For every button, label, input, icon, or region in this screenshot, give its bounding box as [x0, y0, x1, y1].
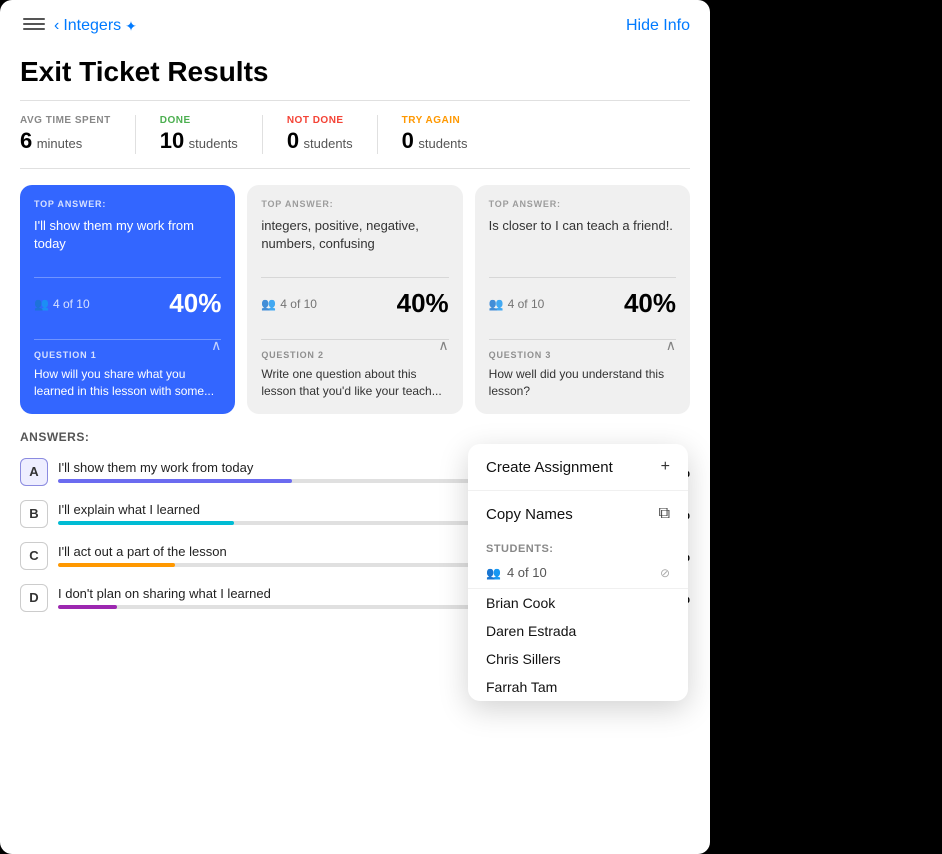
create-assignment-item[interactable]: Create Assignment +: [468, 444, 688, 491]
card-1-stats: 👥 4 of 10 40%: [20, 278, 235, 329]
answer-a-letter-text: A: [29, 464, 38, 479]
card-1-bottom: ∧ QUESTION 1 How will you share what you…: [20, 329, 235, 414]
sidebar-icon: [23, 18, 45, 34]
breadcrumb-link[interactable]: ‹ Integers ✦: [54, 17, 137, 35]
students-people-icon: 👥: [486, 566, 501, 580]
context-popup: Create Assignment + Copy Names ⧉ STUDENT…: [468, 444, 688, 701]
stat-try-again: TRY AGAIN 0 students: [402, 115, 492, 154]
answer-letter-c: C: [20, 542, 48, 570]
card-2-top-answer-text: integers, positive, negative, numbers, c…: [261, 217, 448, 267]
breadcrumb-label: Integers: [63, 17, 121, 35]
card-2-question-label: QUESTION 2: [261, 350, 448, 360]
questions-row: TOP ANSWER: I'll show them my work from …: [0, 169, 710, 414]
create-assignment-label: Create Assignment: [486, 459, 613, 476]
students-subpanel: STUDENTS: 👥 4 of 10 ⊘ Brian Cook Daren E…: [468, 537, 688, 701]
card-3-question-text: How well did you understand this lesson?: [489, 366, 676, 400]
answer-b-bar: [58, 521, 234, 525]
card-2-question-text: Write one question about this lesson tha…: [261, 366, 448, 400]
card-1-percent: 40%: [169, 288, 221, 319]
answer-letter-a: A: [20, 458, 48, 486]
stat-done: DONE 10 students: [160, 115, 263, 154]
student-name-3: Farrah Tam: [468, 673, 688, 701]
card-2-stats: 👥 4 of 10 40%: [247, 278, 462, 329]
main-panel: ‹ Integers ✦ Hide Info Exit Ticket Resul…: [0, 0, 710, 854]
stat-not-done: NOT DONE 0 students: [287, 115, 378, 154]
stat-done-value: 10: [160, 128, 184, 153]
copy-names-item[interactable]: Copy Names ⧉: [468, 491, 688, 537]
card-2-percent: 40%: [397, 288, 449, 319]
stats-row: AVG TIME SPENT 6 minutes DONE 10 student…: [0, 101, 710, 168]
answer-letter-d: D: [20, 584, 48, 612]
card-3-top: TOP ANSWER: Is closer to I can teach a f…: [475, 185, 690, 277]
card-1-question-text: How will you share what you learned in t…: [34, 366, 221, 400]
card-1-bottom-divider: [34, 339, 221, 340]
card-2-bottom: ∧ QUESTION 2 Write one question about th…: [247, 329, 462, 414]
sparkle-icon: ✦: [125, 18, 137, 35]
student-name-1: Daren Estrada: [468, 617, 688, 645]
student-name-0: Brian Cook: [468, 589, 688, 617]
stat-avg-time-unit: minutes: [37, 136, 83, 151]
card-3-bottom: ∧ QUESTION 3 How well did you understand…: [475, 329, 690, 414]
page-title: Exit Ticket Results: [0, 48, 710, 100]
answer-d-letter-text: D: [29, 590, 38, 605]
people-icon-2: 👥: [261, 297, 276, 311]
card-2-bottom-divider: [261, 339, 448, 340]
card-3-top-answer-label: TOP ANSWER:: [489, 199, 676, 209]
stat-not-done-value: 0: [287, 128, 299, 153]
stat-try-again-unit: students: [418, 136, 467, 151]
people-icon-3: 👥: [489, 297, 504, 311]
people-icon-1: 👥: [34, 297, 49, 311]
stat-avg-time-label: AVG TIME SPENT: [20, 115, 111, 126]
student-name-2: Chris Sillers: [468, 645, 688, 673]
card-2-top-answer-label: TOP ANSWER:: [261, 199, 448, 209]
question-card-2[interactable]: TOP ANSWER: integers, positive, negative…: [247, 185, 462, 414]
card-3-top-answer-text: Is closer to I can teach a friend!.: [489, 217, 676, 267]
students-header: STUDENTS:: [468, 537, 688, 559]
card-3-student-count: 👥 4 of 10: [489, 297, 545, 311]
plus-icon: +: [661, 458, 670, 476]
question-card-1[interactable]: TOP ANSWER: I'll show them my work from …: [20, 185, 235, 414]
students-count-icon: ⊘: [660, 566, 670, 580]
card-2-top: TOP ANSWER: integers, positive, negative…: [247, 185, 462, 277]
stat-not-done-label: NOT DONE: [287, 115, 353, 126]
card-1-count-text: 4 of 10: [53, 297, 90, 311]
question-card-3[interactable]: TOP ANSWER: Is closer to I can teach a f…: [475, 185, 690, 414]
stat-done-label: DONE: [160, 115, 238, 126]
card-3-question-label: QUESTION 3: [489, 350, 676, 360]
answer-c-letter-text: C: [29, 548, 38, 563]
students-count: 4 of 10: [507, 565, 547, 580]
copy-names-label: Copy Names: [486, 506, 573, 523]
answer-c-bar: [58, 563, 175, 567]
stat-try-again-label: TRY AGAIN: [402, 115, 468, 126]
card-2-count-text: 4 of 10: [280, 297, 317, 311]
card-1-student-count: 👥 4 of 10: [34, 297, 90, 311]
hide-info-button[interactable]: Hide Info: [626, 17, 690, 35]
header: ‹ Integers ✦ Hide Info: [0, 0, 710, 48]
answer-a-bar: [58, 479, 292, 483]
answer-b-letter-text: B: [29, 506, 38, 521]
students-count-row: 👥 4 of 10 ⊘: [468, 559, 688, 589]
card-3-count-text: 4 of 10: [508, 297, 545, 311]
card-3-bottom-divider: [489, 339, 676, 340]
copy-icon: ⧉: [659, 505, 670, 523]
sidebar-toggle-button[interactable]: [20, 12, 48, 40]
stat-try-again-value: 0: [402, 128, 414, 153]
answer-d-bar: [58, 605, 117, 609]
stat-done-unit: students: [189, 136, 238, 151]
answer-letter-b: B: [20, 500, 48, 528]
stat-avg-time-value: 6: [20, 128, 32, 153]
card-2-student-count: 👥 4 of 10: [261, 297, 317, 311]
answers-label: ANSWERS:: [20, 430, 690, 444]
card-1-top-answer-label: TOP ANSWER:: [34, 199, 221, 209]
card-1-top-answer-text: I'll show them my work from today: [34, 217, 221, 267]
back-chevron-icon: ‹: [54, 17, 59, 35]
card-3-percent: 40%: [624, 288, 676, 319]
header-left: ‹ Integers ✦: [20, 12, 137, 40]
card-3-stats: 👥 4 of 10 40%: [475, 278, 690, 329]
card-1-top: TOP ANSWER: I'll show them my work from …: [20, 185, 235, 277]
card-1-question-label: QUESTION 1: [34, 350, 221, 360]
stat-avg-time: AVG TIME SPENT 6 minutes: [20, 115, 136, 154]
stat-not-done-unit: students: [304, 136, 353, 151]
